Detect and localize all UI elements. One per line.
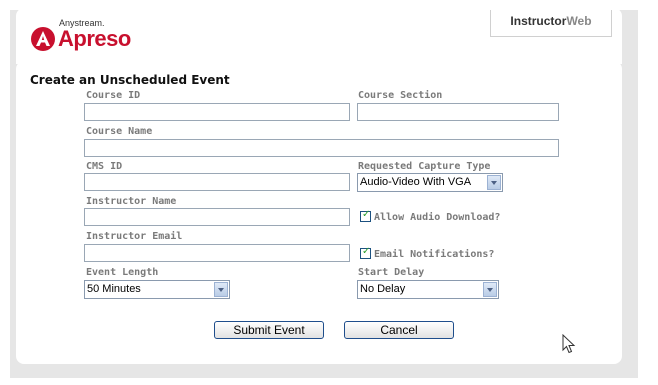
submit-event-button[interactable]: Submit Event [214, 321, 324, 339]
instructor-name-label: Instructor Name [86, 196, 177, 207]
capture-type-value: Audio-Video With VGA [360, 176, 472, 188]
capture-type-label: Requested Capture Type [358, 161, 491, 172]
course-name-input[interactable] [84, 139, 559, 157]
instructor-web-tab[interactable]: InstructorWeb [490, 10, 612, 37]
instructor-name-input[interactable] [84, 208, 350, 226]
capture-type-select[interactable]: Audio-Video With VGA [357, 173, 503, 192]
email-notifications-label: Email Notifications? [374, 249, 495, 260]
start-delay-select[interactable]: No Delay [357, 280, 499, 299]
event-length-label: Event Length [86, 267, 159, 278]
start-delay-value: No Delay [360, 283, 406, 295]
chevron-down-icon[interactable] [483, 282, 497, 297]
apreso-logo: Anystream. Apreso [30, 16, 170, 56]
allow-audio-checkbox[interactable] [360, 209, 371, 222]
app-header: Anystream. Apreso InstructorWeb [16, 8, 622, 64]
cms-id-input[interactable] [84, 173, 350, 191]
instructor-web-prefix: Instructor [510, 14, 567, 28]
start-delay-label: Start Delay [358, 267, 425, 278]
allow-audio-label: Allow Audio Download? [374, 212, 501, 223]
course-section-input[interactable] [357, 103, 559, 121]
chevron-down-icon[interactable] [487, 175, 501, 190]
instructor-web-suffix: Web [566, 14, 592, 28]
instructor-email-input[interactable] [84, 244, 350, 262]
course-id-label: Course ID [86, 90, 141, 101]
instructor-email-label: Instructor Email [86, 231, 183, 242]
course-name-label: Course Name [86, 126, 153, 137]
email-notifications-checkbox[interactable] [360, 246, 371, 259]
cms-id-label: CMS ID [86, 161, 123, 172]
cancel-button[interactable]: Cancel [344, 321, 454, 339]
chevron-down-icon[interactable] [214, 282, 228, 297]
brand-main-text: Apreso [58, 26, 131, 51]
event-length-value: 50 Minutes [87, 283, 141, 295]
course-section-label: Course Section [358, 90, 443, 101]
form-title: Create an Unscheduled Event [30, 73, 230, 87]
mouse-pointer-icon [562, 334, 576, 354]
event-length-select[interactable]: 50 Minutes [84, 280, 230, 299]
course-id-input[interactable] [84, 103, 350, 121]
apreso-logo-icon [31, 27, 55, 51]
